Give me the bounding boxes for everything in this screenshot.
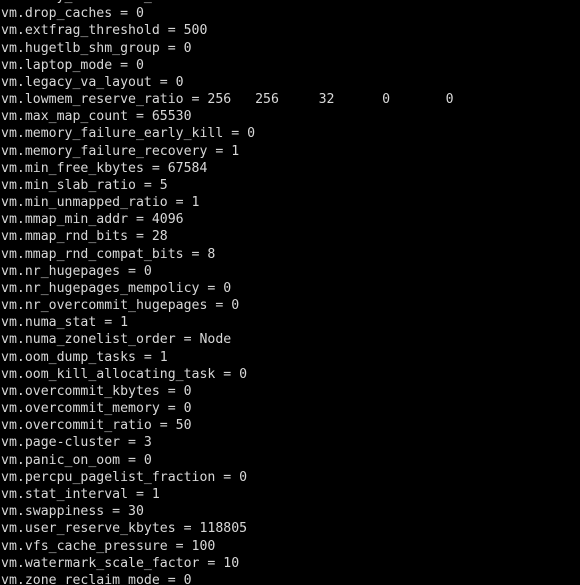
terminal-line: vm.watermark_scale_factor = 10: [1, 555, 240, 571]
terminal-line: vm.nr_overcommit_hugepages = 0: [1, 298, 240, 314]
terminal-line: vm.mmap_rnd_compat_bits = 8: [1, 246, 216, 262]
terminal-line: vm.drop_caches = 0: [1, 6, 144, 22]
terminal-line: vm.user_reserve_kbytes = 118805: [1, 521, 248, 537]
terminal-line: vm.memory_failure_early_kill = 0: [1, 126, 256, 142]
terminal-line: vm.legacy_va_layout = 0: [1, 74, 184, 90]
terminal-line: vm.overcommit_memory = 0: [1, 401, 192, 417]
terminal-line: vm.mmap_min_addr = 4096: [1, 212, 184, 228]
terminal-line: vm.swappiness = 30: [1, 504, 144, 520]
terminal-line: vm.oom_kill_allocating_task = 0: [1, 366, 248, 382]
terminal-line: vm.nr_hugepages = 0: [1, 263, 152, 279]
terminal-line: vm.oom_dump_tasks = 1: [1, 349, 168, 365]
terminal-line: vm.numa_zonelist_order = Node: [1, 332, 232, 348]
terminal-line: vm.panic_on_oom = 0: [1, 452, 152, 468]
terminal-screen: vm.dirty_writeback_centisecs = 500vm.dro…: [0, 0, 580, 585]
terminal-line: vm.memory_failure_recovery = 1: [1, 143, 240, 159]
terminal-line: vm.extfrag_threshold = 500: [1, 23, 208, 39]
terminal-line: vm.max_map_count = 65530: [1, 109, 192, 125]
terminal-line: vm.overcommit_ratio = 50: [1, 418, 192, 434]
terminal-line: vm.percpu_pagelist_fraction = 0: [1, 469, 248, 485]
terminal-line: vm.mmap_rnd_bits = 28: [1, 229, 168, 245]
terminal-line: vm.nr_hugepages_mempolicy = 0: [1, 280, 232, 296]
terminal-line: vm.zone_reclaim_mode = 0: [1, 572, 192, 585]
terminal-line: vm.page-cluster = 3: [1, 435, 152, 451]
terminal-line: vm.numa_stat = 1: [1, 315, 129, 331]
terminal-line: vm.hugetlb_shm_group = 0: [1, 40, 192, 56]
terminal-line: vm.min_slab_ratio = 5: [1, 177, 168, 193]
terminal-line: vm.lowmem_reserve_ratio = 256 256 32 0 0: [1, 92, 454, 108]
terminal-window[interactable]: vm.dirty_writeback_centisecs = 500vm.dro…: [0, 0, 580, 585]
terminal-line: vm.min_free_kbytes = 67584: [1, 160, 208, 176]
terminal-line: vm.laptop_mode = 0: [1, 57, 144, 73]
terminal-line: vm.stat_interval = 1: [1, 486, 160, 502]
terminal-line: vm.min_unmapped_ratio = 1: [1, 195, 200, 211]
terminal-line: vm.overcommit_kbytes = 0: [1, 383, 192, 399]
terminal-line: vm.vfs_cache_pressure = 100: [1, 538, 216, 554]
